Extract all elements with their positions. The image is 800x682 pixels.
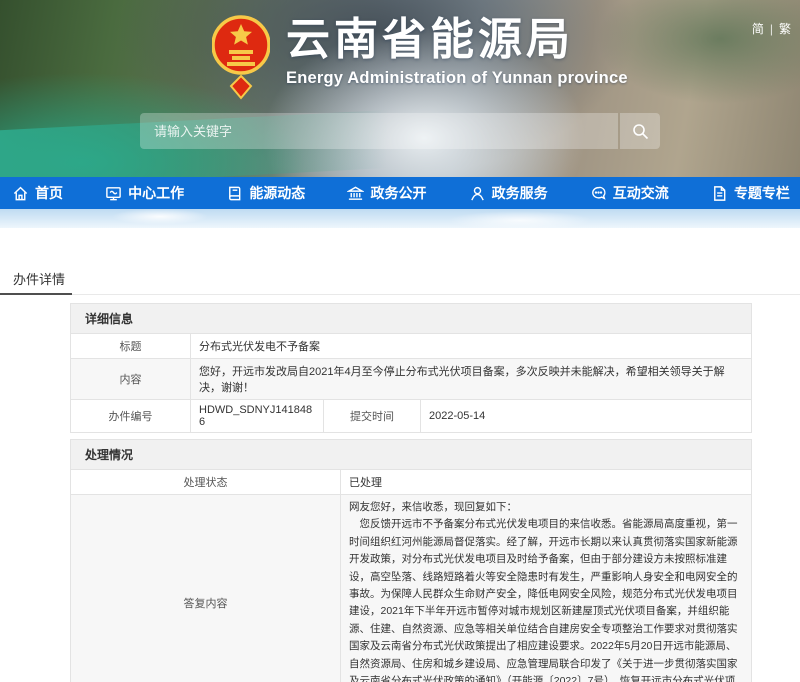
detail-info-table: 详细信息 标题 分布式光伏发电不予备案 内容 您好，开远市发改局自2021年4月… (70, 303, 752, 433)
home-icon (12, 185, 29, 202)
title-value: 分布式光伏发电不予备案 (191, 334, 752, 359)
nav-item-energy-news[interactable]: 能源动态 (222, 183, 309, 203)
content-value: 您好，开远市发改局自2021年4月至今停止分布式光伏项目备案，多次反映并未能解决… (191, 359, 752, 400)
title-label: 标题 (71, 334, 191, 359)
nav-item-label: 首页 (35, 183, 63, 203)
main-navigation: 首页 中心工作 能源动态 政务公开 (0, 177, 800, 209)
site-subtitle: Energy Administration of Yunnan province (286, 69, 628, 88)
table-row: 办件编号 HDWD_SDNYJ1418486 提交时间 2022-05-14 (71, 400, 752, 433)
nav-item-gov-services[interactable]: 政务服务 (465, 183, 552, 203)
tab-case-detail[interactable]: 办件详情 (0, 270, 72, 295)
reply-content-value: 网友您好，来信收悉，现回复如下： 您反馈开远市不予备案分布式光伏发电项目的来信收… (341, 495, 752, 682)
site-brand: 云南省能源局 Energy Administration of Yunnan p… (212, 14, 628, 100)
table-row: 处理状态 已处理 (71, 470, 752, 495)
monitor-icon (105, 185, 122, 202)
brand-text: 云南省能源局 Energy Administration of Yunnan p… (286, 14, 628, 88)
tab-bar: 办件详情 (0, 270, 800, 295)
process-info-table: 处理情况 处理状态 已处理 答复内容 网友您好，来信收悉，现回复如下： 您反馈开… (70, 439, 752, 682)
nav-item-gov-disclosure[interactable]: 政务公开 (343, 183, 430, 203)
lang-divider: | (770, 22, 773, 36)
submit-time-value: 2022-05-14 (421, 400, 752, 433)
nav-item-interaction[interactable]: 互动交流 (586, 183, 673, 203)
chat-icon (590, 185, 607, 202)
submit-time-label: 提交时间 (324, 400, 421, 433)
search-button[interactable] (620, 113, 660, 149)
detail-info-section-title: 详细信息 (71, 304, 752, 334)
nav-item-label: 专题专栏 (734, 183, 790, 203)
status-label: 处理状态 (71, 470, 341, 495)
site-title: 云南省能源局 (286, 14, 628, 66)
bank-icon (347, 185, 364, 202)
book-icon (226, 185, 243, 202)
nav-item-special-topics[interactable]: 专题专栏 (707, 183, 794, 203)
search-bar (140, 113, 660, 149)
case-detail-panel: 详细信息 标题 分布式光伏发电不予备案 内容 您好，开远市发改局自2021年4月… (70, 303, 751, 682)
table-row: 标题 分布式光伏发电不予备案 (71, 334, 752, 359)
banner-image: 简 | 繁 云南省能源局 Energy Administration of Yunn… (0, 0, 800, 177)
person-icon (469, 185, 486, 202)
nav-item-home[interactable]: 首页 (8, 183, 67, 203)
table-row: 答复内容 网友您好，来信收悉，现回复如下： 您反馈开远市不予备案分布式光伏发电项… (71, 495, 752, 682)
search-icon (632, 123, 649, 140)
lang-traditional-button[interactable]: 繁 (779, 22, 791, 36)
nav-item-label: 互动交流 (613, 183, 669, 203)
nav-item-label: 政务公开 (370, 183, 426, 203)
nav-item-center-work[interactable]: 中心工作 (101, 183, 188, 203)
document-icon (711, 185, 728, 202)
nav-item-label: 中心工作 (128, 183, 184, 203)
search-input[interactable] (140, 113, 618, 149)
table-row: 内容 您好，开远市发改局自2021年4月至今停止分布式光伏项目备案，多次反映并未… (71, 359, 752, 400)
case-number-value: HDWD_SDNYJ1418486 (191, 400, 324, 433)
content-label: 内容 (71, 359, 191, 400)
process-info-section-title: 处理情况 (71, 440, 752, 470)
nav-item-label: 政务服务 (492, 183, 548, 203)
language-switch: 简 | 繁 (752, 20, 791, 37)
lang-simplified-button[interactable]: 简 (752, 22, 764, 36)
main-content: 办件详情 详细信息 标题 分布式光伏发电不予备案 内容 您好，开远市发改局自20… (0, 270, 800, 682)
table-row: 处理情况 (71, 440, 752, 470)
table-row: 详细信息 (71, 304, 752, 334)
sky-strip (0, 209, 800, 228)
case-number-label: 办件编号 (71, 400, 191, 433)
status-value: 已处理 (341, 470, 752, 495)
national-emblem-icon (212, 14, 270, 100)
nav-item-label: 能源动态 (249, 183, 305, 203)
reply-content-label: 答复内容 (71, 495, 341, 682)
